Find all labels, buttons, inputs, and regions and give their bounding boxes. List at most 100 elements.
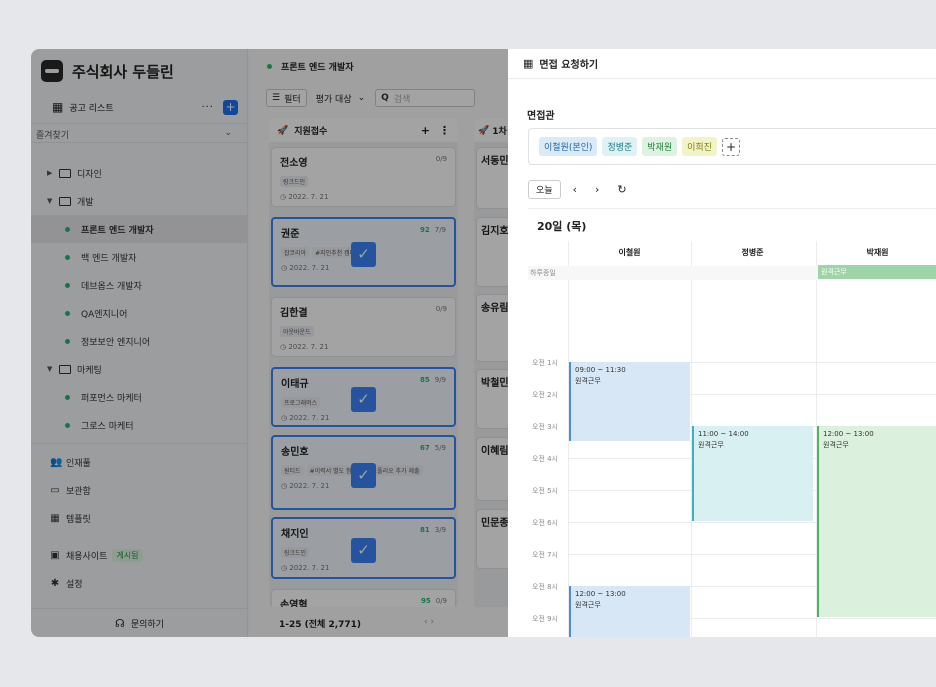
search-placeholder: 검색 — [393, 94, 411, 105]
status-dot — [65, 394, 70, 400]
column-header-1: 이철원 — [618, 248, 641, 257]
interviewer-chip[interactable]: 정병준 — [602, 137, 638, 156]
time-label: 오전 5시 — [532, 487, 558, 495]
evaluation-count: 92 7/9 — [420, 226, 446, 234]
app-window: 주식회사 두들린 ▦ 공고 리스트 ··· + 즐겨찾기 ⌄ ▶ 디자인 ▼ 개발 프론… — [31, 49, 936, 637]
folder-item[interactable]: ▶ 디자인 — [31, 159, 248, 187]
menu-label: 보관함 — [66, 486, 91, 497]
applicant-name: 송유림 — [481, 303, 509, 314]
job-item[interactable]: 데브옵스 개발자 — [31, 271, 248, 299]
checkbox-checked-icon[interactable]: ✓ — [351, 387, 376, 412]
favorites-toggle[interactable]: 즐겨찾기 ⌄ — [31, 123, 248, 143]
interviewer-chip[interactable]: 이철원(본인) — [539, 137, 598, 156]
rocket-icon: 🚀 — [277, 125, 289, 136]
evaluation-score: 85 — [419, 376, 430, 384]
chevron-down-icon: ⌄ — [357, 93, 366, 103]
count-label: 9/9 — [434, 376, 446, 384]
sidebar: 주식회사 두들린 ▦ 공고 리스트 ··· + 즐겨찾기 ⌄ ▶ 디자인 ▼ 개발 프론… — [31, 49, 248, 637]
item-label: 백 엔드 개발자 — [81, 253, 137, 264]
folder-item[interactable]: ▼ 개발 — [31, 187, 248, 215]
breadcrumb: 프론트 엔드 개발자 — [267, 60, 354, 73]
evaluation-score: 81 — [419, 526, 430, 534]
eval-target-select[interactable]: 평가 대상 ⌄ — [312, 89, 370, 107]
folder-icon — [59, 196, 71, 206]
add-job-button[interactable]: + — [223, 99, 238, 115]
schedule-event[interactable]: 12:00 ~ 13:00 원격근무 — [817, 426, 936, 617]
checkbox-checked-icon[interactable]: ✓ — [351, 242, 376, 267]
schedule-grid[interactable]: 이철원 정병준 박재원 하루종일 원격근무 오전 1시 오전 2시 오전 3시 오전 4시 오전 … — [528, 241, 936, 637]
count-label: 5/9 — [434, 444, 446, 452]
search-input[interactable]: Q 검색 — [375, 89, 476, 107]
job-item[interactable]: QA엔지니어 — [31, 299, 248, 327]
interviewer-selector[interactable]: 이철원(본인) 정병준 박재원 이희진 + — [528, 128, 936, 165]
source-tag: 잡코리아 — [281, 247, 310, 258]
schedule-event[interactable]: 11:00 ~ 14:00 원격근무 — [692, 426, 813, 521]
source-tag: 링크드인 — [281, 547, 310, 558]
filter-button[interactable]: ☰ 필터 — [266, 89, 307, 107]
menu-storage[interactable]: ▭ 보관함 — [31, 476, 248, 504]
folder-item[interactable]: ▼ 마케팅 — [31, 355, 248, 383]
grid-icon: ▦ — [52, 100, 64, 114]
add-interviewer-button[interactable]: + — [721, 137, 740, 156]
menu-template[interactable]: ▦ 템플릿 — [31, 504, 248, 532]
schedule-event[interactable]: 12:00 ~ 13:00 원격근무 — [569, 586, 690, 637]
job-item[interactable]: 프론트 엔드 개발자 — [31, 215, 248, 243]
panel-header: ▦ 면접 요청하기 — [508, 49, 936, 79]
more-icon[interactable]: ··· — [201, 102, 214, 113]
chevron-down-icon: ⌄ — [224, 128, 232, 138]
allday-label: 하루종일 — [530, 269, 556, 277]
eval-label: 평가 대상 — [315, 94, 352, 105]
event-label: 원격근무 — [698, 441, 724, 449]
checkbox-checked-icon[interactable]: ✓ — [351, 538, 376, 563]
job-tree: ▶ 디자인 ▼ 개발 프론트 엔드 개발자백 엔드 개발자데브옵스 개발자 QA엔지니어 정… — [31, 159, 248, 439]
applicant-card[interactable]: 채지인 81 3/9 링크드인 ◷ 2022. 7. 21 ✓ — [271, 517, 456, 579]
job-item[interactable]: 백 엔드 개발자 — [31, 243, 248, 271]
applicant-card[interactable]: 전소영 0/9 링크드인 ◷ 2022. 7. 21 — [271, 147, 456, 207]
add-icon[interactable]: + — [421, 124, 430, 137]
job-item[interactable]: 그로스 마케터 — [31, 411, 248, 439]
menu-settings[interactable]: ✱ 설정 — [31, 569, 248, 597]
column-header-3: 박재원 — [866, 248, 889, 257]
event-time: 11:00 ~ 14:00 — [698, 430, 749, 438]
applicant-card[interactable]: 이태규 85 9/9 프로그래머스 ◷ 2022. 7. 21 ✓ — [271, 367, 456, 427]
applicant-card[interactable]: 김한결 0/9 아웃바운드 ◷ 2022. 7. 21 — [271, 297, 456, 357]
applicant-name: 전소영 — [280, 158, 308, 169]
event-label: 원격근무 — [823, 441, 849, 449]
job-item[interactable]: 퍼포먼스 마케터 — [31, 383, 248, 411]
job-item[interactable]: 정보보안 엔지니어 — [31, 327, 248, 355]
menu-label: 채용사이트 — [66, 551, 108, 562]
contact-button[interactable]: ☊ 문의하기 — [31, 608, 248, 637]
interviewer-chip[interactable]: 박재원 — [642, 137, 678, 156]
event-label: 원격근무 — [575, 377, 601, 385]
pagination-nav[interactable]: ‹ › — [424, 617, 434, 627]
applied-date: ◷ 2022. 7. 21 — [280, 343, 329, 351]
chevron-right-icon[interactable]: › — [595, 183, 599, 196]
schedule-event[interactable]: 09:00 ~ 11:30 원격근무 — [569, 362, 690, 441]
event-time: 09:00 ~ 11:30 — [575, 366, 626, 374]
item-label: 퍼포먼스 마케터 — [81, 393, 142, 404]
applicant-name: 이혜림 — [481, 446, 509, 457]
applied-date: ◷ 2022. 7. 21 — [280, 193, 329, 201]
allday-event[interactable]: 원격근무 — [818, 265, 936, 279]
chevron-left-icon[interactable]: ‹ — [573, 183, 577, 196]
applicant-card[interactable]: 권준 92 7/9 잡코리아 #지인추천 캠페인 ◷ 2022. 7. 21 ✓ — [271, 217, 456, 287]
job-list-header[interactable]: ▦ 공고 리스트 ··· + — [52, 98, 238, 116]
applicant-card[interactable]: 손영혁 95 0/9 — [271, 589, 456, 607]
more-vertical-icon[interactable]: ⋮ — [439, 124, 450, 137]
filter-label: 필터 — [284, 94, 301, 105]
source-tag: 원티드 — [281, 465, 304, 476]
brand[interactable]: 주식회사 두들린 — [41, 58, 174, 84]
refresh-icon[interactable]: ↻ — [617, 183, 626, 196]
menu-label: 인재풀 — [66, 458, 91, 469]
applied-date: ◷ 2022. 7. 21 — [281, 564, 330, 572]
menu-career-site[interactable]: ▣ 채용사이트 게시됨 — [31, 541, 248, 569]
menu-talent-pool[interactable]: 👥 인재풀 — [31, 448, 248, 476]
applicant-name: 박철민 — [481, 378, 509, 389]
checkbox-checked-icon[interactable]: ✓ — [351, 462, 376, 488]
today-button[interactable]: 오늘 — [528, 180, 561, 199]
menu-label: 템플릿 — [66, 514, 91, 525]
count-label: 0/9 — [435, 155, 447, 163]
evaluation-count: 0/9 — [436, 155, 447, 163]
applicant-card[interactable]: 송민호 67 5/9 원티드 #이력서 별도 첨부 포트폴리오 추가 제출 ◷ 2022. … — [271, 435, 456, 510]
interviewer-chip[interactable]: 이희진 — [682, 137, 717, 156]
